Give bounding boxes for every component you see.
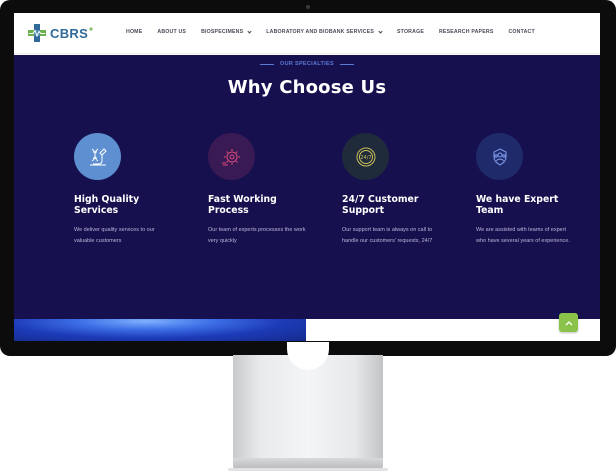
next-section-preview: [14, 319, 600, 341]
main-nav: HOME ABOUT US BIOSPECIMENS LABORATORY AN…: [126, 28, 550, 35]
feature-title: We have Expert Team: [476, 194, 559, 216]
nav-storage[interactable]: STORAGE: [397, 29, 424, 35]
site-logo[interactable]: CBRS: [28, 24, 94, 42]
nav-home[interactable]: HOME: [126, 29, 142, 35]
nav-laboratory-biobank-services[interactable]: LABORATORY AND BIOBANK SERVICES: [266, 28, 383, 35]
nav-research-papers[interactable]: RESEARCH PAPERS: [439, 29, 494, 35]
feature-card-high-quality: High Quality Services We deliver quality…: [74, 133, 194, 246]
eyebrow-text: OUR SPECIALTIES: [280, 61, 334, 67]
nav-label: LABORATORY AND BIOBANK SERVICES: [266, 29, 375, 35]
hero-blue-image: [14, 319, 306, 341]
fast-process-icon: [208, 133, 255, 180]
monitor-stand: [233, 355, 383, 459]
feature-description: Our support team is always on call to ha…: [342, 227, 433, 244]
svg-text:24/7: 24/7: [360, 154, 371, 160]
feature-title: 24/7 Customer Support: [342, 194, 419, 216]
dna-microscope-icon: [74, 133, 121, 180]
chevron-down-icon: [378, 28, 383, 34]
feature-description: Our team of experts processes the work v…: [208, 227, 306, 244]
feature-description: We are assisted with teams of expert who…: [476, 227, 570, 244]
feature-card-customer-support: 24/7 24/7 Customer Support Our support t…: [342, 133, 462, 246]
nav-label: STORAGE: [397, 29, 424, 35]
feature-card-fast-working: Fast Working Process Our team of experts…: [208, 133, 328, 246]
nav-about-us[interactable]: ABOUT US: [157, 29, 186, 35]
why-choose-us-section: OUR SPECIALTIES Why Choose Us High Quali…: [14, 55, 600, 319]
chevron-up-icon: [565, 320, 572, 325]
feature-card-expert-team: We have Expert Team We are assisted with…: [476, 133, 596, 246]
nav-label: ABOUT US: [157, 29, 187, 35]
chevron-down-icon: [247, 28, 252, 34]
nav-biospecimens[interactable]: BIOSPECIMENS: [201, 28, 252, 35]
expert-team-icon: [476, 133, 523, 180]
scroll-to-top-button[interactable]: [559, 313, 578, 332]
feature-title: High Quality Services: [74, 194, 140, 216]
monitor-bezel: CBRS HOME ABOUT US BIOSPECIMENS LABORATO…: [0, 0, 616, 356]
camera-dot: [306, 5, 310, 9]
nav-label: BIOSPECIMENS: [201, 29, 244, 35]
nav-label: CONTACT: [508, 29, 535, 35]
nav-label: RESEARCH PAPERS: [438, 29, 494, 35]
brand-name: CBRS: [50, 25, 89, 41]
section-eyebrow: OUR SPECIALTIES: [14, 61, 600, 67]
eyebrow-divider: [260, 63, 275, 65]
nav-label: HOME: [126, 29, 143, 35]
nav-contact[interactable]: CONTACT: [508, 29, 534, 35]
eyebrow-divider: [339, 63, 354, 65]
site-header: CBRS HOME ABOUT US BIOSPECIMENS LABORATO…: [14, 13, 600, 54]
browser-viewport: CBRS HOME ABOUT US BIOSPECIMENS LABORATO…: [14, 13, 600, 341]
plus-accent-icon: [89, 27, 94, 31]
section-title: Why Choose Us: [227, 77, 387, 98]
feature-description: We deliver quality services to our valua…: [74, 227, 155, 244]
feature-title: Fast Working Process: [208, 194, 277, 216]
clock-24-7-icon: 24/7: [342, 133, 389, 180]
stand-shadow: [228, 468, 388, 471]
medical-cross-logo-icon: [28, 24, 46, 42]
